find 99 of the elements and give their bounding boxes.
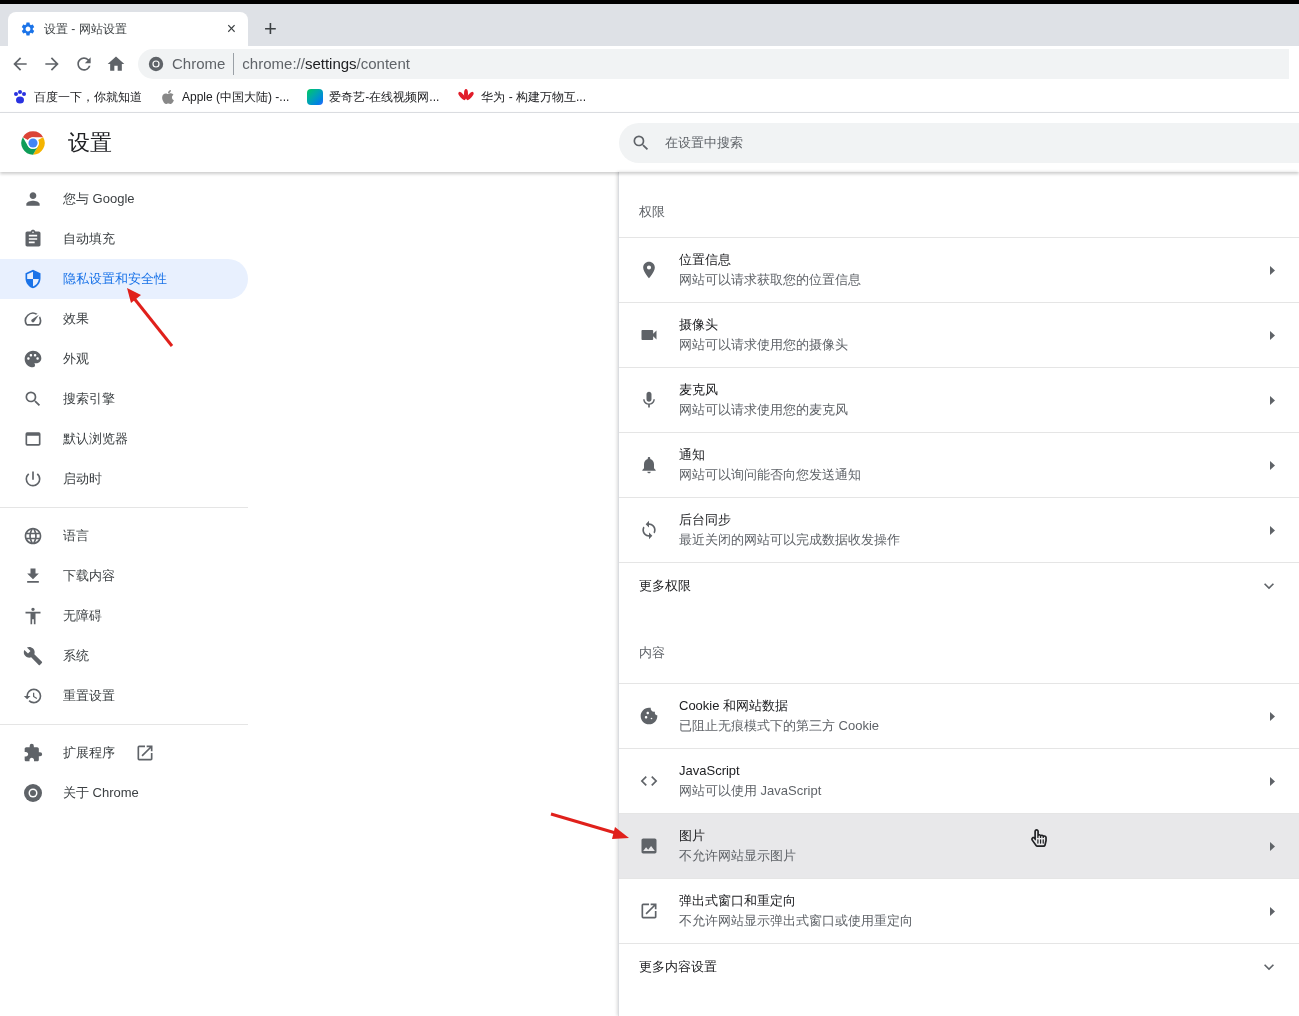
sync-icon	[639, 520, 659, 540]
row-title: 麦克风	[679, 381, 718, 399]
row-subtitle: 已阻止无痕模式下的第三方 Cookie	[679, 717, 880, 735]
url-text: chrome://settings/content	[242, 53, 410, 74]
settings-row[interactable]: Cookie 和网站数据 已阻止无痕模式下的第三方 Cookie	[619, 684, 1299, 749]
clipboard-icon	[23, 229, 43, 249]
shield-icon	[23, 269, 43, 289]
section-heading: 内容	[638, 644, 666, 662]
close-button[interactable]: ×	[226, 21, 236, 37]
row-subtitle: 网站可以请求使用您的摄像头	[679, 336, 848, 354]
row-subtitle: 网站可以使用 JavaScript	[679, 782, 822, 800]
arrow-right-icon	[1270, 265, 1275, 275]
image-icon	[639, 836, 659, 856]
row-subtitle: 不允许网站显示弹出式窗口或使用重定向	[679, 912, 913, 930]
paw-icon	[12, 89, 28, 105]
hand-cursor-icon	[1030, 829, 1048, 847]
history-icon	[23, 686, 43, 706]
sidebar-item[interactable]: 关于 Chrome	[0, 773, 248, 813]
sidebar-item[interactable]: 重置设置	[0, 676, 248, 716]
row-title: 弹出式窗口和重定向	[679, 892, 796, 910]
arrow-right-icon	[1270, 330, 1275, 340]
new-tab-button[interactable]: +	[264, 12, 277, 46]
browser-window-icon	[23, 429, 43, 449]
bell-icon	[639, 455, 659, 475]
row-title: JavaScript	[679, 762, 740, 780]
settings-row[interactable]: 摄像头 网站可以请求使用您的摄像头	[619, 303, 1299, 368]
bookmark[interactable]: 百度一下，你就知道	[12, 88, 142, 106]
settings-row[interactable]: 后台同步 最近关闭的网站可以完成数据收发操作	[619, 498, 1299, 563]
arrow-right-icon	[1270, 776, 1275, 786]
bookmark[interactable]: Apple (中国大陆) -...	[160, 88, 290, 106]
settings-row[interactable]: 通知 网站可以询问能否向您发送通知	[619, 433, 1299, 498]
bookmark[interactable]: 华为 - 构建万物互...	[457, 88, 587, 106]
annotation-arrow	[125, 285, 175, 349]
apple-icon	[160, 89, 176, 105]
video-app-icon	[307, 89, 324, 105]
row-title: 图片	[679, 827, 705, 845]
row-title: 通知	[679, 446, 705, 464]
row-subtitle: 网站可以询问能否向您发送通知	[679, 466, 861, 484]
row-title: 摄像头	[679, 316, 718, 334]
site-label: Chrome	[172, 52, 235, 76]
puzzle-icon	[23, 743, 43, 763]
arrow-right-icon	[1270, 395, 1275, 405]
settings-row[interactable]: 弹出式窗口和重定向 不允许网站显示弹出式窗口或使用重定向	[619, 879, 1299, 944]
row-subtitle: 网站可以请求使用您的麦克风	[679, 401, 848, 419]
arrow-right-icon	[1270, 711, 1275, 721]
tab-title: 设置 - 网站设置	[44, 21, 128, 38]
address-bar[interactable]: Chrome chrome://settings/content	[138, 49, 1289, 79]
browser-tab[interactable]: 设置 - 网站设置 ×	[8, 12, 248, 46]
sidebar-item[interactable]: 您与 Google	[0, 179, 248, 219]
sidebar-item[interactable]: 默认浏览器	[0, 419, 248, 459]
row-subtitle: 网站可以请求获取您的位置信息	[679, 271, 861, 289]
reload-icon[interactable]	[74, 54, 94, 74]
search-field[interactable]: 在设置中搜索	[619, 122, 1299, 163]
expand-label: 更多权限	[639, 577, 692, 596]
page-title: 设置	[68, 129, 112, 157]
sidebar-item[interactable]: 搜索引擎	[0, 379, 248, 419]
power-icon	[23, 469, 43, 489]
settings-row[interactable]: JavaScript 网站可以使用 JavaScript	[619, 749, 1299, 814]
sidebar-item[interactable]: 下载内容	[0, 556, 248, 596]
arrow-right-icon	[1270, 525, 1275, 535]
accessibility-icon	[23, 606, 43, 626]
gauge-icon	[23, 309, 43, 329]
expand-label: 更多内容设置	[639, 958, 718, 977]
row-subtitle: 最近关闭的网站可以完成数据收发操作	[679, 531, 900, 549]
sidebar-item[interactable]: 外观	[0, 339, 248, 379]
globe-icon	[23, 526, 43, 546]
gear-icon	[20, 21, 36, 37]
open-in-new-icon	[135, 743, 155, 763]
search-icon	[23, 389, 43, 409]
open-in-new-icon	[639, 901, 659, 921]
sidebar-item[interactable]: 效果	[0, 299, 248, 339]
settings-row[interactable]: 麦克风 网站可以请求使用您的麦克风	[619, 368, 1299, 433]
settings-row[interactable]: 位置信息 网站可以请求获取您的位置信息	[619, 238, 1299, 303]
section-heading: 权限	[638, 203, 666, 221]
row-title: 后台同步	[679, 511, 731, 529]
chrome-logo-icon	[148, 56, 164, 72]
palette-icon	[23, 349, 43, 369]
sidebar-item[interactable]: 隐私设置和安全性	[0, 259, 248, 299]
expand-row[interactable]: 更多权限	[619, 563, 1299, 609]
settings-row[interactable]: 图片 不允许网站显示图片	[619, 814, 1299, 879]
sidebar-item[interactable]: 扩展程序	[0, 733, 248, 773]
bookmark[interactable]: 爱奇艺-在线视频网...	[307, 88, 440, 106]
chrome-logo-icon	[23, 783, 43, 803]
sidebar-item[interactable]: 系统	[0, 636, 248, 676]
arrow-right-icon	[1270, 460, 1275, 470]
row-title: Cookie 和网站数据	[679, 697, 789, 715]
sidebar-item[interactable]: 启动时	[0, 459, 248, 499]
arrow-right-icon	[1270, 841, 1275, 851]
cookie-icon	[639, 706, 659, 726]
sidebar-item[interactable]: 语言	[0, 516, 248, 556]
arrow-right-icon	[1270, 906, 1275, 916]
chrome-logo-icon	[20, 129, 46, 156]
sidebar-item[interactable]: 无障碍	[0, 596, 248, 636]
wrench-icon	[23, 646, 43, 666]
home-icon[interactable]	[106, 54, 126, 74]
sidebar-item[interactable]: 自动填充	[0, 219, 248, 259]
row-title: 位置信息	[679, 251, 731, 269]
expand-row[interactable]: 更多内容设置	[619, 944, 1299, 990]
row-subtitle: 不允许网站显示图片	[679, 847, 796, 865]
